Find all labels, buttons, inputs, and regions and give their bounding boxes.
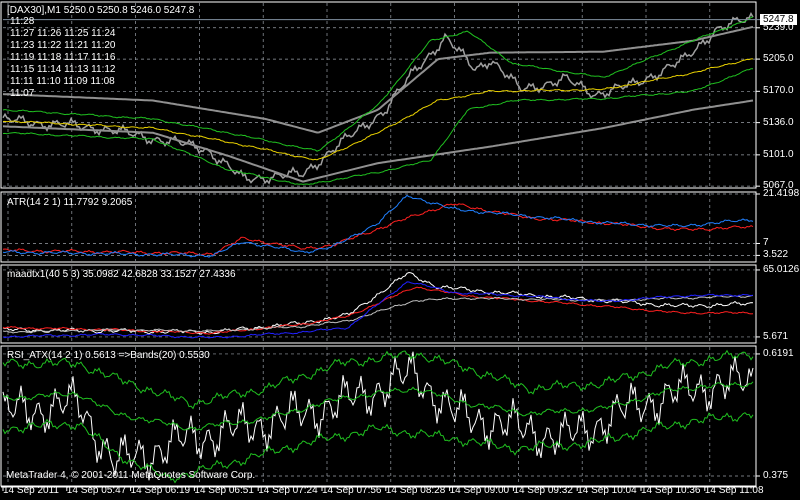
time-list-6: 11:07 bbox=[10, 88, 35, 99]
chart-canvas[interactable] bbox=[0, 0, 800, 500]
time-label: 14 Sep 10:36 bbox=[641, 485, 701, 496]
series-adx-gray bbox=[2, 295, 754, 334]
series-rsi-white bbox=[2, 351, 754, 481]
time-label: 14 Sep 07:56 bbox=[322, 485, 382, 496]
series-gray-lower bbox=[2, 99, 754, 183]
chart-title: [DAX30],M1 5250.0 5250.8 5246.0 5247.8 bbox=[7, 5, 195, 16]
time-list-4: 11:15 11:14 11:13 11:12 bbox=[10, 64, 116, 75]
series-green-lower bbox=[2, 68, 753, 185]
axis-label: 5.671 bbox=[763, 330, 789, 342]
copyright-text: MetaTrader 4, © 2001-2011 MetaQuotes Sof… bbox=[6, 470, 256, 481]
time-label: 14 Sep 09:32 bbox=[513, 485, 573, 496]
axis-label: 5205.0 bbox=[763, 53, 794, 65]
atr-title: ATR(14 2 1) 11.7792 9.2065 bbox=[7, 197, 133, 208]
axis-label: 0.375 bbox=[763, 470, 789, 481]
axis-label: 7 bbox=[763, 237, 769, 249]
axis-label: 5101.0 bbox=[763, 148, 794, 160]
time-label: 14 Sep 2011 bbox=[3, 485, 59, 496]
current-price-label: 5247.8 bbox=[760, 14, 797, 25]
series-gray-upper bbox=[2, 25, 754, 134]
axis-label: 21.4198 bbox=[763, 187, 800, 199]
time-list-2: 11:23 11:22 11:21 11:20 bbox=[10, 40, 116, 51]
time-label: 14 Sep 06:51 bbox=[194, 485, 254, 496]
time-label: 14 Sep 07:24 bbox=[258, 485, 318, 496]
time-label: 14 Sep 08:28 bbox=[385, 485, 446, 496]
time-label: 14 Sep 05:47 bbox=[66, 485, 127, 496]
time-label: 14 Sep 11:08 bbox=[704, 485, 764, 496]
time-list-0: 11:28 bbox=[10, 16, 35, 27]
maadtx-title: maadtx1(40 5 3) 35.0982 42.6828 33.1527 … bbox=[7, 269, 236, 280]
rsi-title: RSI_ATX(14 2 1) 0.5613 =>Bands(20) 0.553… bbox=[7, 350, 210, 361]
axis-label: 3.522 bbox=[763, 249, 789, 261]
time-list-3: 11:19 11:18 11:17 11:16 bbox=[10, 52, 116, 63]
axis-label: 65.0126 bbox=[763, 263, 800, 275]
axis-label: 5170.0 bbox=[763, 85, 794, 97]
time-label: 14 Sep 09:00 bbox=[449, 485, 510, 496]
axis-label: 5136.0 bbox=[763, 116, 794, 128]
time-label: 14 Sep 06:19 bbox=[130, 485, 191, 496]
series-rsi-band-mid bbox=[2, 381, 754, 431]
time-label: 14 Sep 10:04 bbox=[577, 485, 637, 496]
time-list-1: 11:27 11:26 11:25 11:24 bbox=[10, 28, 116, 39]
time-list-5: 11:11 11:10 11:09 11:08 bbox=[10, 76, 115, 87]
series-atr-red bbox=[2, 203, 754, 256]
axis-label: 0.6191 bbox=[763, 347, 794, 359]
